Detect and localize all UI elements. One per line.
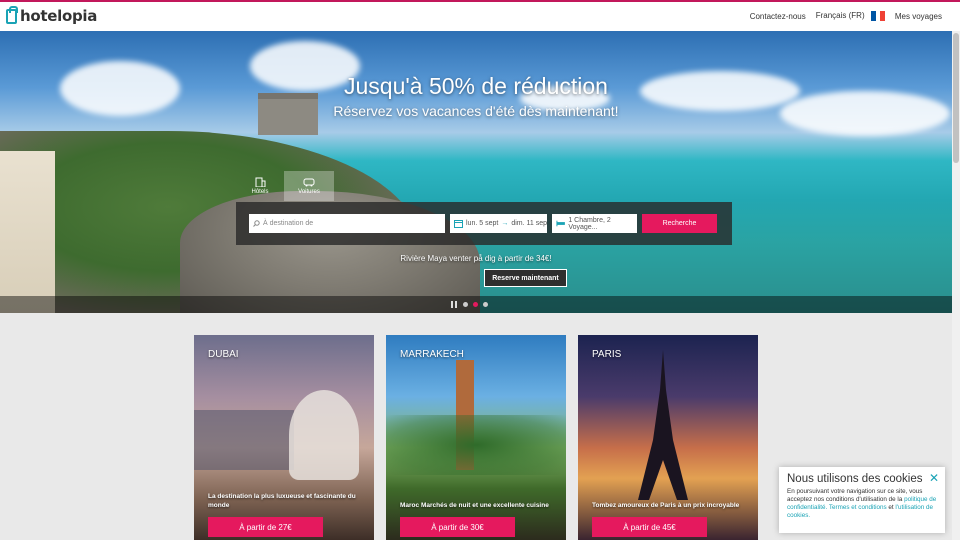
destination-placeholder: À destination de bbox=[263, 220, 314, 227]
bed-icon bbox=[556, 220, 565, 227]
carousel-dot-active[interactable] bbox=[473, 302, 478, 307]
card-city: DUBAI bbox=[208, 349, 239, 360]
card-description: La destination la plus luxueuse et fasci… bbox=[208, 493, 356, 509]
carousel-dot[interactable] bbox=[463, 302, 468, 307]
search-bar: À destination de lun. 5 sept → dim. 11 s… bbox=[236, 202, 732, 245]
pause-icon[interactable] bbox=[451, 301, 457, 308]
card-city: PARIS bbox=[592, 349, 622, 360]
woman-hat-image bbox=[289, 390, 359, 480]
tab-hotels-label: Hôtels bbox=[251, 189, 269, 195]
france-flag-icon bbox=[870, 11, 885, 21]
carousel-controls bbox=[0, 296, 952, 313]
carousel-dot[interactable] bbox=[483, 302, 488, 307]
car-icon bbox=[303, 178, 315, 187]
suitcase-icon bbox=[6, 5, 18, 24]
palm-trees-image bbox=[386, 415, 566, 475]
header-nav: Contactez-nous Français (FR) Mes voyages bbox=[750, 11, 942, 21]
search-icon bbox=[253, 220, 260, 227]
search-button[interactable]: Recherche bbox=[642, 214, 717, 233]
logo[interactable]: hotelopia bbox=[6, 5, 98, 25]
card-city: MARRAKECH bbox=[400, 349, 464, 360]
reserve-now-button[interactable]: Reserve maintenant bbox=[484, 269, 567, 287]
cookie-text-and: et bbox=[888, 504, 894, 511]
site-header: hotelopia Contactez-nous Français (FR) M… bbox=[0, 2, 960, 31]
cookie-title: Nous utilisons des cookies bbox=[787, 473, 923, 485]
arrow-right-icon: → bbox=[501, 220, 509, 227]
checkin-date: lun. 5 sept bbox=[466, 220, 499, 227]
card-description: Tombez amoureux de Paris à un prix incro… bbox=[592, 502, 740, 509]
eiffel-tower-image bbox=[638, 350, 688, 500]
hotel-icon bbox=[255, 177, 265, 187]
rooms-guests-value: 1 Chambre, 2 Voyage... bbox=[568, 216, 611, 231]
promo-text: Rivière Maya venter på dig à partir de 3… bbox=[400, 254, 552, 263]
cookie-banner: Nous utilisons des cookies ✕ En poursuiv… bbox=[779, 467, 945, 533]
my-trips-link[interactable]: Mes voyages bbox=[895, 12, 942, 21]
logo-text: hotelopia bbox=[20, 7, 98, 25]
card-price-button[interactable]: À partir de 45€ bbox=[592, 517, 707, 537]
destination-card-paris[interactable]: PARIS Tombez amoureux de Paris à un prix… bbox=[578, 335, 758, 540]
page-scrollbar[interactable] bbox=[952, 31, 960, 540]
close-icon[interactable]: ✕ bbox=[929, 471, 939, 485]
language-label: Français (FR) bbox=[815, 11, 865, 21]
contact-link[interactable]: Contactez-nous bbox=[750, 12, 806, 21]
beach-image bbox=[0, 151, 55, 313]
hero-title: Jusqu'à 50% de réduction bbox=[344, 73, 608, 99]
cookie-text: En poursuivant votre navigation sur ce s… bbox=[787, 488, 937, 520]
destination-card-marrakech[interactable]: MARRAKECH Maroc Marchés de nuit et une e… bbox=[386, 335, 566, 540]
tab-hotels[interactable]: Hôtels bbox=[236, 171, 284, 201]
date-range-input[interactable]: lun. 5 sept → dim. 11 sep bbox=[450, 214, 547, 233]
destination-input[interactable]: À destination de bbox=[249, 214, 445, 233]
search-tabs: Hôtels Voitures bbox=[236, 171, 334, 201]
skyline-image bbox=[194, 410, 294, 470]
card-description: Maroc Marchés de nuit et une excellente … bbox=[400, 502, 549, 509]
calendar-icon bbox=[454, 220, 463, 228]
terms-link[interactable]: Termes et conditions bbox=[829, 504, 887, 511]
card-price-button[interactable]: À partir de 27€ bbox=[208, 517, 323, 537]
scrollbar-thumb[interactable] bbox=[953, 33, 959, 163]
language-selector[interactable]: Français (FR) bbox=[816, 11, 885, 21]
checkout-date: dim. 11 sep bbox=[511, 220, 547, 227]
hero-banner: Jusqu'à 50% de réduction Réservez vos va… bbox=[0, 31, 952, 313]
rooms-guests-input[interactable]: 1 Chambre, 2 Voyage... bbox=[552, 214, 637, 233]
tab-cars[interactable]: Voitures bbox=[284, 171, 334, 201]
hero-subtitle: Réservez vos vacances d'été dès maintena… bbox=[333, 103, 619, 119]
destination-card-dubai[interactable]: DUBAI La destination la plus luxueuse et… bbox=[194, 335, 374, 540]
tab-cars-label: Voitures bbox=[298, 189, 320, 195]
cookie-text-intro: En poursuivant votre navigation sur ce s… bbox=[787, 488, 923, 503]
card-price-button[interactable]: À partir de 30€ bbox=[400, 517, 515, 537]
